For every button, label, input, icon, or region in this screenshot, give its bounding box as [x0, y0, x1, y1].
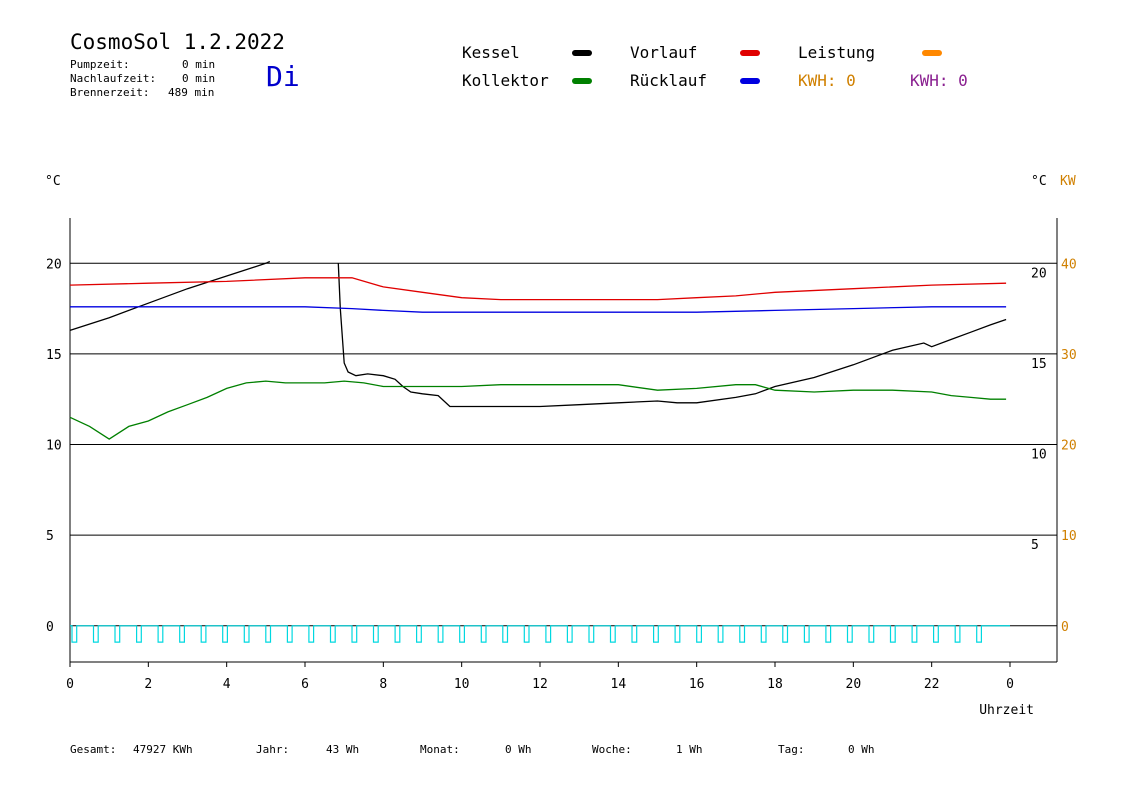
x-tick-label: 20	[846, 677, 862, 692]
y-tick-label-right-kw: 0	[1061, 620, 1069, 635]
y-tick-label-right-temp: 15	[1031, 357, 1047, 372]
x-tick-label: 4	[223, 677, 231, 692]
x-axis-label: Uhrzeit	[979, 703, 1034, 718]
y-tick-label-right-temp: 5	[1031, 538, 1039, 553]
footer-monat-value: 0 Wh	[505, 743, 532, 756]
series-pump	[69, 625, 1011, 643]
y-unit-right-temp: °C	[1031, 174, 1047, 189]
x-tick-label: 22	[924, 677, 940, 692]
x-tick-label: 12	[532, 677, 548, 692]
footer-woche-label: Woche:	[592, 743, 632, 756]
y-tick-label-left: 20	[46, 257, 62, 272]
y-tick-label-right-kw: 30	[1061, 348, 1077, 363]
footer-gesamt-label: Gesamt:	[70, 743, 117, 756]
series-ruecklauf	[70, 306, 1007, 313]
footer-gesamt-value: 47927 KWh	[133, 743, 193, 756]
footer-tag-label: Tag:	[778, 743, 805, 756]
y-tick-label-right-temp: 20	[1031, 266, 1047, 281]
series-kollektor	[69, 380, 1007, 440]
y-unit-left: °C	[45, 174, 61, 189]
x-tick-label: 14	[611, 677, 627, 692]
series-kessel	[69, 260, 271, 332]
y-unit-right-kw: KW	[1060, 174, 1076, 189]
temperature-chart: 0 5 10 15 20 5 10 15 20 0 10 20 30 40 °C °C KW 0 2 4 6 8 10 12 1…	[45, 174, 1077, 718]
x-tick-label: 2	[144, 677, 152, 692]
x-tick-label: 8	[379, 677, 387, 692]
x-tick-label: 0	[1006, 677, 1014, 692]
footer-monat-label: Monat:	[420, 743, 460, 756]
y-tick-label-right-kw: 40	[1061, 257, 1077, 272]
x-tick-label: 18	[767, 677, 783, 692]
y-tick-label-left: 10	[46, 439, 62, 454]
x-tick-label: 0	[66, 677, 74, 692]
y-tick-label-right-kw: 10	[1061, 529, 1077, 544]
x-tick-label: 16	[689, 677, 705, 692]
y-tick-label-left: 5	[46, 529, 54, 544]
footer-tag-value: 0 Wh	[848, 743, 875, 756]
series-kessel	[337, 263, 1007, 408]
y-tick-label-right-temp: 10	[1031, 448, 1047, 463]
y-tick-label-left: 15	[46, 348, 62, 363]
x-tick-label: 10	[454, 677, 470, 692]
footer-jahr-label: Jahr:	[256, 743, 290, 756]
y-tick-label-right-kw: 20	[1061, 439, 1077, 454]
y-tick-label-left: 0	[46, 620, 54, 635]
footer-woche-value: 1 Wh	[676, 743, 703, 756]
footer-jahr-value: 43 Wh	[326, 743, 360, 756]
x-tick-label: 6	[301, 677, 309, 692]
